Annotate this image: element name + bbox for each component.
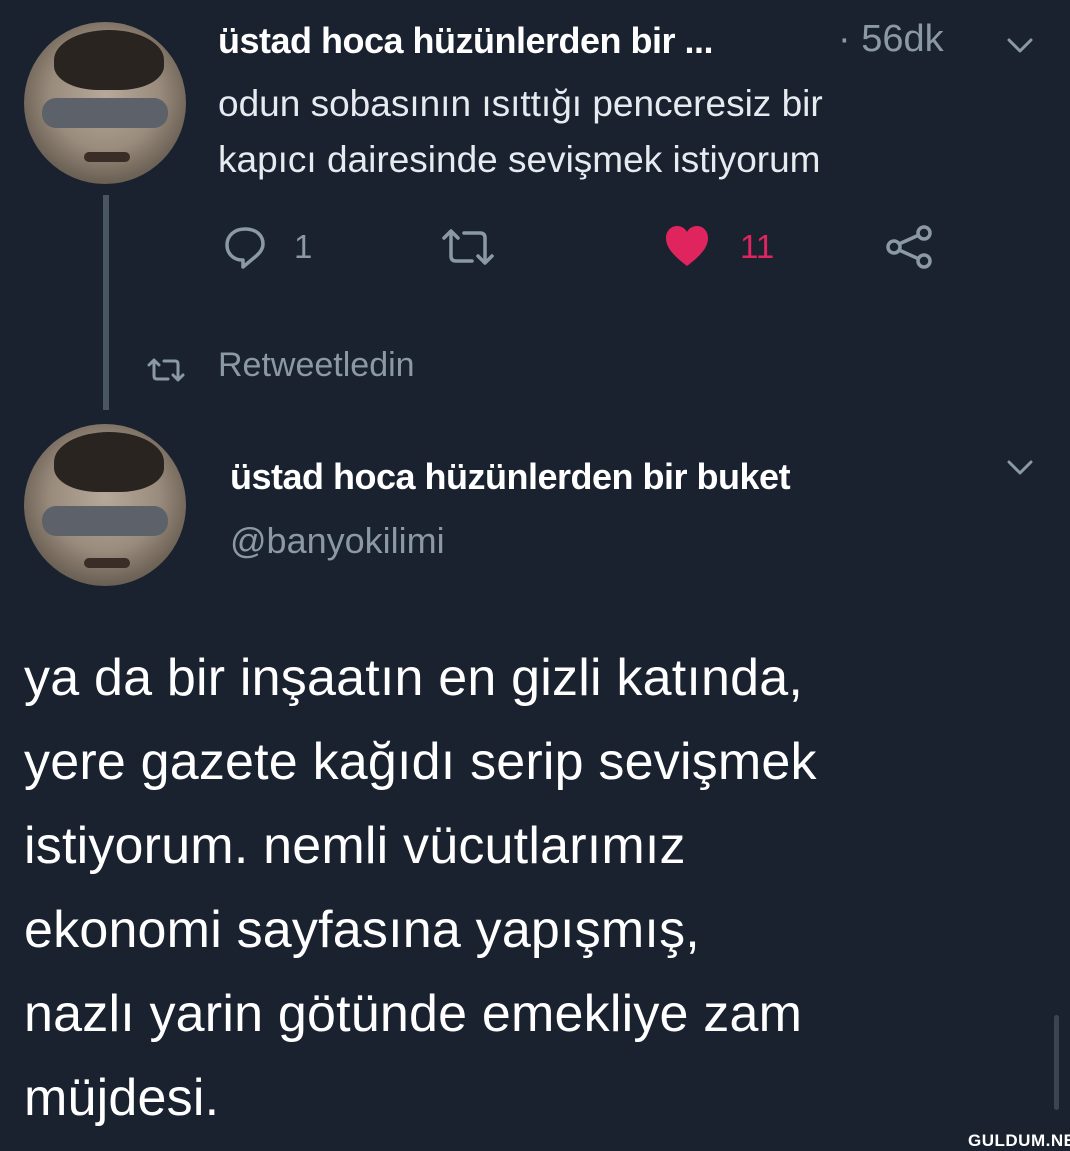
heart-icon[interactable] xyxy=(664,224,710,268)
author-handle[interactable]: @banyokilimi xyxy=(230,520,445,562)
thread-line xyxy=(103,195,109,410)
retweet-icon xyxy=(146,356,186,384)
reply-count: 1 xyxy=(294,228,313,265)
tweet-body-line: nazlı yarin götünde emekliye zam xyxy=(24,985,803,1043)
tweet-body: ya da bir inşaatın en gizli katında, yer… xyxy=(24,636,817,1140)
chevron-down-icon[interactable] xyxy=(1005,36,1035,56)
tweet-text-line-1: odun sobasının ısıttığı penceresiz bir xyxy=(218,83,823,124)
watermark: GULDUM.NET xyxy=(968,1131,1070,1150)
like-count: 11 xyxy=(740,228,775,265)
tweet-text-line-2: kapıcı dairesinde sevişmek istiyorum xyxy=(218,139,821,180)
avatar[interactable] xyxy=(24,424,186,586)
tweet-body-line: yere gazete kağıdı serip sevişmek xyxy=(24,733,817,791)
tweet-time: · 56dk xyxy=(838,18,944,60)
retweet-icon[interactable] xyxy=(440,226,496,268)
retweet-notice: Retweetledin xyxy=(218,346,415,384)
author-name[interactable]: üstad hoca hüzünlerden bir ... xyxy=(218,20,714,62)
reply-icon[interactable] xyxy=(222,224,268,270)
share-icon[interactable] xyxy=(884,224,934,270)
tweet-body-line: ekonomi sayfasına yapışmış, xyxy=(24,901,700,959)
tweet-body-line: ya da bir inşaatın en gizli katında, xyxy=(24,649,803,707)
tweet-body-line: istiyorum. nemli vücutlarımız xyxy=(24,817,686,875)
avatar[interactable] xyxy=(24,22,186,184)
tweet-body-line: müjdesi. xyxy=(24,1069,220,1127)
author-name[interactable]: üstad hoca hüzünlerden bir buket xyxy=(230,456,791,498)
scrollbar[interactable] xyxy=(1054,1015,1059,1110)
chevron-down-icon[interactable] xyxy=(1005,458,1035,478)
